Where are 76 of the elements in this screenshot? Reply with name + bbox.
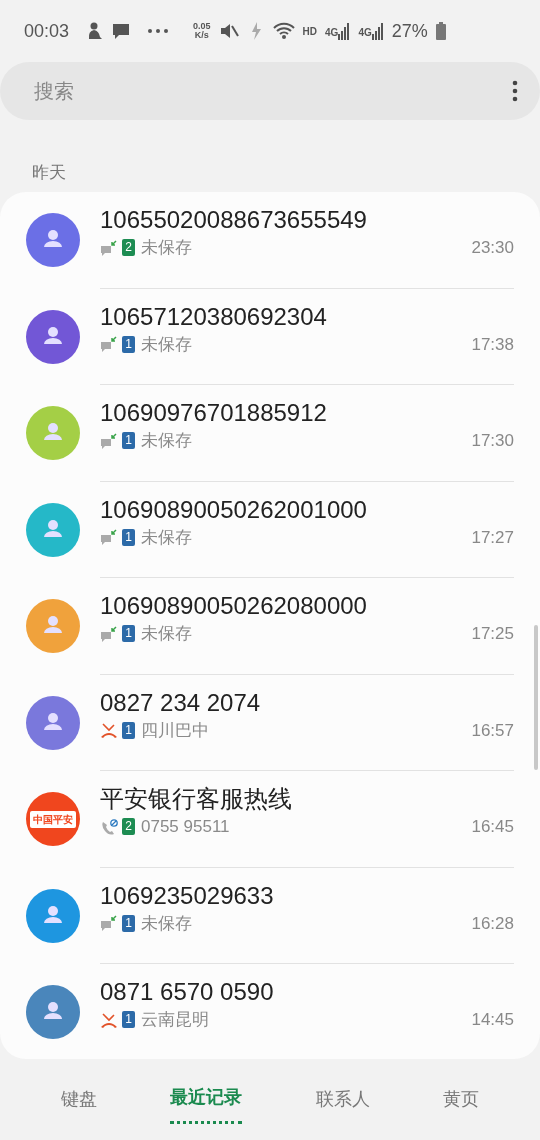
call-row[interactable]: 10690890050262001000 1 未保存 17:27 xyxy=(0,481,540,578)
message-icon xyxy=(100,529,118,546)
call-row[interactable]: 10655020088673655549 2 未保存 23:30 xyxy=(0,192,540,289)
blocked-call-icon xyxy=(100,818,118,835)
call-row[interactable]: 中国平安 平安银行客服热线 2 0755 95511 16:45 xyxy=(0,771,540,868)
call-row[interactable]: 10657120380692304 1 未保存 17:38 xyxy=(0,288,540,385)
nav-tab[interactable]: 最近记录 xyxy=(170,1074,243,1124)
call-detail: 未保存 xyxy=(141,912,192,935)
speed-text: 0.05 K/s xyxy=(193,22,211,40)
sim-badge: 1 xyxy=(122,625,135,643)
hd-text: HD xyxy=(302,24,318,39)
call-time: 17:25 xyxy=(471,623,514,645)
call-time: 17:27 xyxy=(471,526,514,549)
battery-icon xyxy=(435,22,446,40)
sim-badge: 1 xyxy=(122,1011,135,1029)
call-row[interactable]: 10690976701885912 1 未保存 17:30 xyxy=(0,385,540,482)
signal-icon xyxy=(338,22,351,40)
sim-badge: 2 xyxy=(122,239,135,257)
sim-badge: 1 xyxy=(122,914,135,932)
network-text: 4G xyxy=(325,26,339,40)
message-icon xyxy=(100,625,118,642)
call-row[interactable]: 10690890050262080000 1 未保存 17:25 xyxy=(0,578,540,675)
call-row[interactable]: 1069235029633 1 未保存 16:28 xyxy=(0,867,540,964)
call-detail: 未保存 xyxy=(141,237,192,260)
nav-tab[interactable]: 黄页 xyxy=(443,1075,480,1123)
phone-number: 1069235029633 xyxy=(100,880,275,911)
call-detail: 0755 95511 xyxy=(141,816,230,839)
message-icon xyxy=(100,239,118,256)
call-time: 14:45 xyxy=(471,1009,514,1031)
sim-badge: 2 xyxy=(122,818,135,836)
sim-badge: 1 xyxy=(122,432,135,450)
network-text: 4G xyxy=(358,26,372,40)
more-icon xyxy=(512,80,518,102)
nav-tab[interactable]: 键盘 xyxy=(60,1075,97,1123)
sim-badge: 1 xyxy=(122,528,135,546)
phone-number: 平安银行客服热线 xyxy=(100,784,293,814)
call-time: 16:45 xyxy=(471,816,514,838)
phone-number: 10690890050262001000 xyxy=(100,494,368,525)
battery-text: 27% xyxy=(391,19,428,43)
call-time: 16:28 xyxy=(471,912,514,935)
sim-badge: 1 xyxy=(122,721,135,739)
wifi-icon xyxy=(272,21,295,41)
mute-icon xyxy=(218,21,241,41)
phone-number: 10690890050262080000 xyxy=(100,591,368,621)
message-icon xyxy=(100,336,118,353)
call-time: 17:30 xyxy=(471,430,514,452)
phone-number: 0827 234 2074 xyxy=(100,687,262,718)
phone-number: 10657120380692304 xyxy=(100,301,328,332)
phone-number: 10655020088673655549 xyxy=(100,205,368,235)
call-detail: 四川巴中 xyxy=(141,719,209,742)
call-time: 23:30 xyxy=(471,237,514,259)
phone-number: 0871 6570 0590 xyxy=(100,977,275,1007)
call-detail: 未保存 xyxy=(141,526,192,549)
call-detail: 未保存 xyxy=(141,333,192,356)
missed-call-icon xyxy=(100,1011,118,1028)
nav-tab[interactable]: 联系人 xyxy=(315,1075,370,1123)
section-header: 昨天 xyxy=(31,162,67,184)
search-field[interactable]: 搜索 xyxy=(32,75,512,107)
call-detail: 云南昆明 xyxy=(141,1009,209,1032)
message-icon xyxy=(100,915,118,932)
call-time: 16:57 xyxy=(471,719,514,742)
logo-text: 中国平安 xyxy=(30,810,76,828)
sim-badge: 1 xyxy=(122,335,135,353)
missed-call-icon xyxy=(100,722,118,739)
message-icon xyxy=(100,432,118,449)
message-icon xyxy=(111,21,132,41)
clock-text: 00:03 xyxy=(24,19,70,43)
call-time: 17:38 xyxy=(471,333,514,356)
signal-icon xyxy=(371,22,384,40)
call-row[interactable]: 0827 234 2074 1 四川巴中 16:57 xyxy=(0,674,540,771)
search-bar[interactable]: 搜索 xyxy=(0,62,540,120)
call-detail: 未保存 xyxy=(141,430,192,453)
call-row[interactable]: 0871 6570 0590 1 云南昆明 14:45 xyxy=(0,964,540,1059)
phone-number: 10690976701885912 xyxy=(100,398,328,428)
call-detail: 未保存 xyxy=(141,623,192,646)
more-icon xyxy=(147,28,170,34)
